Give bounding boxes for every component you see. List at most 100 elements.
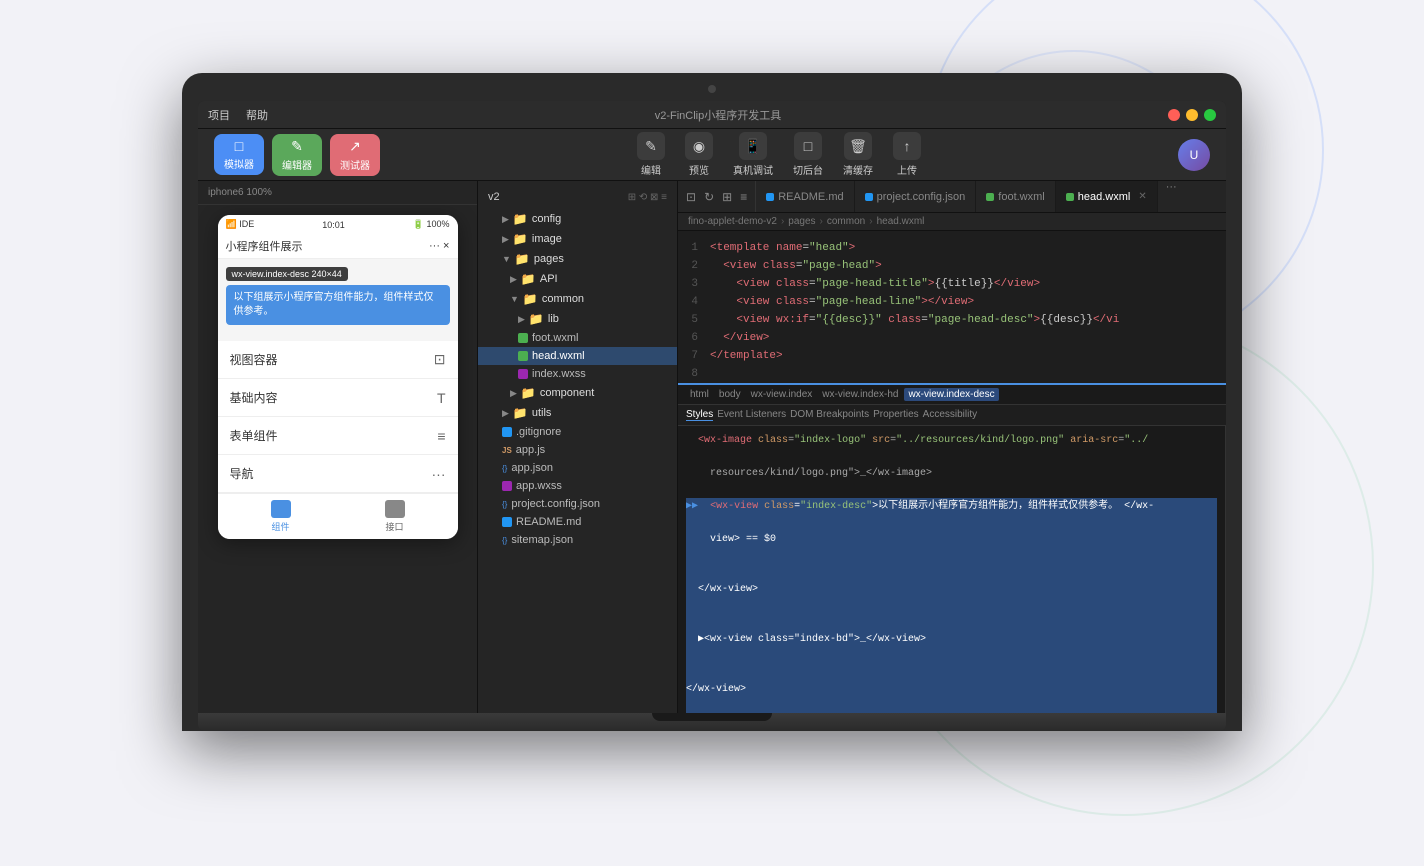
tree-item-config[interactable]: ▶ 📁 config bbox=[478, 209, 677, 229]
toolbar-background[interactable]: □ 切后台 bbox=[793, 132, 823, 177]
nav-item-view-container[interactable]: 视图容器 ⊡ bbox=[218, 341, 458, 379]
style-tab-properties[interactable]: Properties bbox=[873, 409, 919, 421]
tree-label-utils: utils bbox=[532, 407, 552, 419]
arrow-pages: ▼ bbox=[502, 254, 511, 264]
tree-item-sitemap[interactable]: {} sitemap.json bbox=[478, 531, 677, 549]
tab-project-config[interactable]: project.config.json bbox=[855, 181, 977, 212]
editor-label: 编辑器 bbox=[282, 157, 312, 172]
minimize-button[interactable] bbox=[1186, 109, 1198, 121]
tree-item-api[interactable]: ▶ 📁 API bbox=[478, 269, 677, 289]
tree-item-image[interactable]: ▶ 📁 image bbox=[478, 229, 677, 249]
file-icon-sitemap: {} bbox=[502, 536, 507, 545]
tester-button[interactable]: ↗ 测试器 bbox=[330, 134, 380, 176]
tree-item-appjs[interactable]: JS app.js bbox=[478, 441, 677, 459]
node-path-html[interactable]: html bbox=[686, 388, 713, 401]
tab-collapse-icon[interactable]: ⊞ bbox=[720, 188, 734, 206]
tree-item-lib[interactable]: ▶ 📁 lib bbox=[478, 309, 677, 329]
toolbar-preview[interactable]: ◉ 预览 bbox=[685, 132, 713, 177]
line-num-7: 7 bbox=[678, 347, 710, 365]
style-tab-dom-breakpoints[interactable]: DOM Breakpoints bbox=[790, 409, 869, 421]
node-path-wx-view-index[interactable]: wx-view.index bbox=[747, 388, 817, 401]
editor-tabs: ⊡ ↻ ⊞ ≡ README.md project. bbox=[678, 181, 1226, 213]
simulator-button[interactable]: □ 模拟器 bbox=[214, 134, 264, 175]
html-line-6: </wx-view> bbox=[686, 681, 1217, 699]
line-num-1: 1 bbox=[678, 239, 710, 257]
phone-title-more: ··· × bbox=[429, 240, 449, 252]
tree-item-pages[interactable]: ▼ 📁 pages bbox=[478, 249, 677, 269]
tab-foot-wxml[interactable]: foot.wxml bbox=[976, 181, 1055, 212]
close-button[interactable] bbox=[1168, 109, 1180, 121]
style-tab-accessibility[interactable]: Accessibility bbox=[923, 409, 977, 421]
bottom-nav-interface[interactable]: 接口 bbox=[385, 500, 405, 533]
code-line-7: 7 </template> bbox=[678, 347, 1226, 365]
laptop-base bbox=[198, 713, 1226, 731]
style-tab-styles[interactable]: Styles bbox=[686, 409, 713, 421]
menu-item-help[interactable]: 帮助 bbox=[246, 107, 268, 123]
toolbar-device-debug[interactable]: 📱 真机调试 bbox=[733, 132, 773, 177]
toolbar-clear-cache[interactable]: 🗑 清缓存 bbox=[843, 132, 873, 177]
line-num-6: 6 bbox=[678, 329, 710, 347]
code-line-4: 4 <view class="page-head-line"></view> bbox=[678, 293, 1226, 311]
file-icon-head-wxml bbox=[518, 351, 528, 361]
code-line-1: 1 <template name="head"> bbox=[678, 239, 1226, 257]
window-controls bbox=[1168, 109, 1216, 121]
code-line-6: 6 </view> bbox=[678, 329, 1226, 347]
tree-item-appjson[interactable]: {} app.json bbox=[478, 459, 677, 477]
nav-item-form[interactable]: 表单组件 ≡ bbox=[218, 417, 458, 455]
node-path-body[interactable]: body bbox=[715, 388, 745, 401]
tree-item-appwxss[interactable]: app.wxss bbox=[478, 477, 677, 495]
tab-refresh-icon[interactable]: ↻ bbox=[702, 188, 716, 206]
editor-button[interactable]: ✎ 编辑器 bbox=[272, 134, 322, 176]
tab-split-icon[interactable]: ⊡ bbox=[684, 188, 698, 206]
user-avatar[interactable]: U bbox=[1178, 139, 1210, 171]
laptop-camera bbox=[708, 85, 716, 93]
tab-readme[interactable]: README.md bbox=[756, 181, 854, 212]
html-line-3: view> == $0 bbox=[686, 531, 1217, 549]
tree-item-utils[interactable]: ▶ 📁 utils bbox=[478, 403, 677, 423]
bottom-nav-components[interactable]: 组件 bbox=[271, 500, 291, 533]
tree-item-index-wxss[interactable]: index.wxss bbox=[478, 365, 677, 383]
phone-frame: 📶 IDE 10:01 🔋 100% 小程序组件展示 ··· × wx-view bbox=[218, 215, 458, 539]
laptop-frame: 项目 帮助 v2-FinClip小程序开发工具 □ 模拟器 bbox=[182, 73, 1242, 793]
tab-head-wxml[interactable]: head.wxml ✕ bbox=[1056, 181, 1158, 212]
file-tree-panel: v2 ⊞ ⟲ ⊠ ≡ ▶ 📁 config ▶ 📁 bbox=[478, 181, 678, 713]
menu-item-project[interactable]: 项目 bbox=[208, 107, 230, 123]
phone-time: 10:01 bbox=[322, 220, 345, 230]
upload-label: 上传 bbox=[897, 162, 917, 177]
editor-area: ⊡ ↻ ⊞ ≡ README.md project. bbox=[678, 181, 1226, 713]
node-path-wx-view-index-desc[interactable]: wx-view.index-desc bbox=[904, 388, 998, 401]
bottom-panel: html body wx-view.index wx-view.index-hd… bbox=[678, 383, 1226, 713]
line-content-3: <view class="page-head-title">{{title}}<… bbox=[710, 275, 1226, 293]
node-path-wx-view-index-hd[interactable]: wx-view.index-hd bbox=[818, 388, 902, 401]
code-area[interactable]: 1 <template name="head"> 2 <view class="… bbox=[678, 231, 1226, 383]
phone-battery: 🔋 100% bbox=[413, 219, 450, 230]
arrow-api: ▶ bbox=[510, 274, 517, 285]
phone-bottom-nav: 组件 接口 bbox=[218, 493, 458, 539]
arrow-config: ▶ bbox=[502, 214, 509, 225]
line-content-4: <view class="page-head-line"></view> bbox=[710, 293, 1226, 311]
tree-item-head-wxml[interactable]: head.wxml bbox=[478, 347, 677, 365]
tab-more-icon[interactable]: ≡ bbox=[738, 188, 749, 206]
simulator-header: iphone6 100% bbox=[198, 181, 477, 205]
maximize-button[interactable] bbox=[1204, 109, 1216, 121]
html-line-0: <wx-image class="index-logo" src="../res… bbox=[686, 432, 1217, 713]
toolbar-upload[interactable]: ↑ 上传 bbox=[893, 132, 921, 177]
preview-icon: ◉ bbox=[685, 132, 713, 160]
nav-item-nav[interactable]: 导航 ··· bbox=[218, 455, 458, 493]
tree-item-readme[interactable]: README.md bbox=[478, 513, 677, 531]
preview-label: 预览 bbox=[689, 162, 709, 177]
style-tab-event-listeners[interactable]: Event Listeners bbox=[717, 409, 786, 421]
tab-overflow-menu[interactable]: ··· bbox=[1158, 181, 1185, 212]
nav-item-basic-content[interactable]: 基础内容 T bbox=[218, 379, 458, 417]
tree-item-component[interactable]: ▶ 📁 component bbox=[478, 383, 677, 403]
toolbar-edit[interactable]: ✎ 编辑 bbox=[637, 132, 665, 177]
tree-item-foot-wxml[interactable]: foot.wxml bbox=[478, 329, 677, 347]
tab-close-headwxml[interactable]: ✕ bbox=[1138, 191, 1146, 202]
tree-item-gitignore[interactable]: .gitignore bbox=[478, 423, 677, 441]
tree-item-common[interactable]: ▼ 📁 common bbox=[478, 289, 677, 309]
laptop-notch bbox=[652, 713, 772, 721]
bottom-content: <wx-image class="index-logo" src="../res… bbox=[678, 426, 1226, 713]
laptop-screen: 项目 帮助 v2-FinClip小程序开发工具 □ 模拟器 bbox=[198, 101, 1226, 731]
breadcrumb-file: head.wxml bbox=[877, 216, 925, 227]
tree-item-projectconfig[interactable]: {} project.config.json bbox=[478, 495, 677, 513]
